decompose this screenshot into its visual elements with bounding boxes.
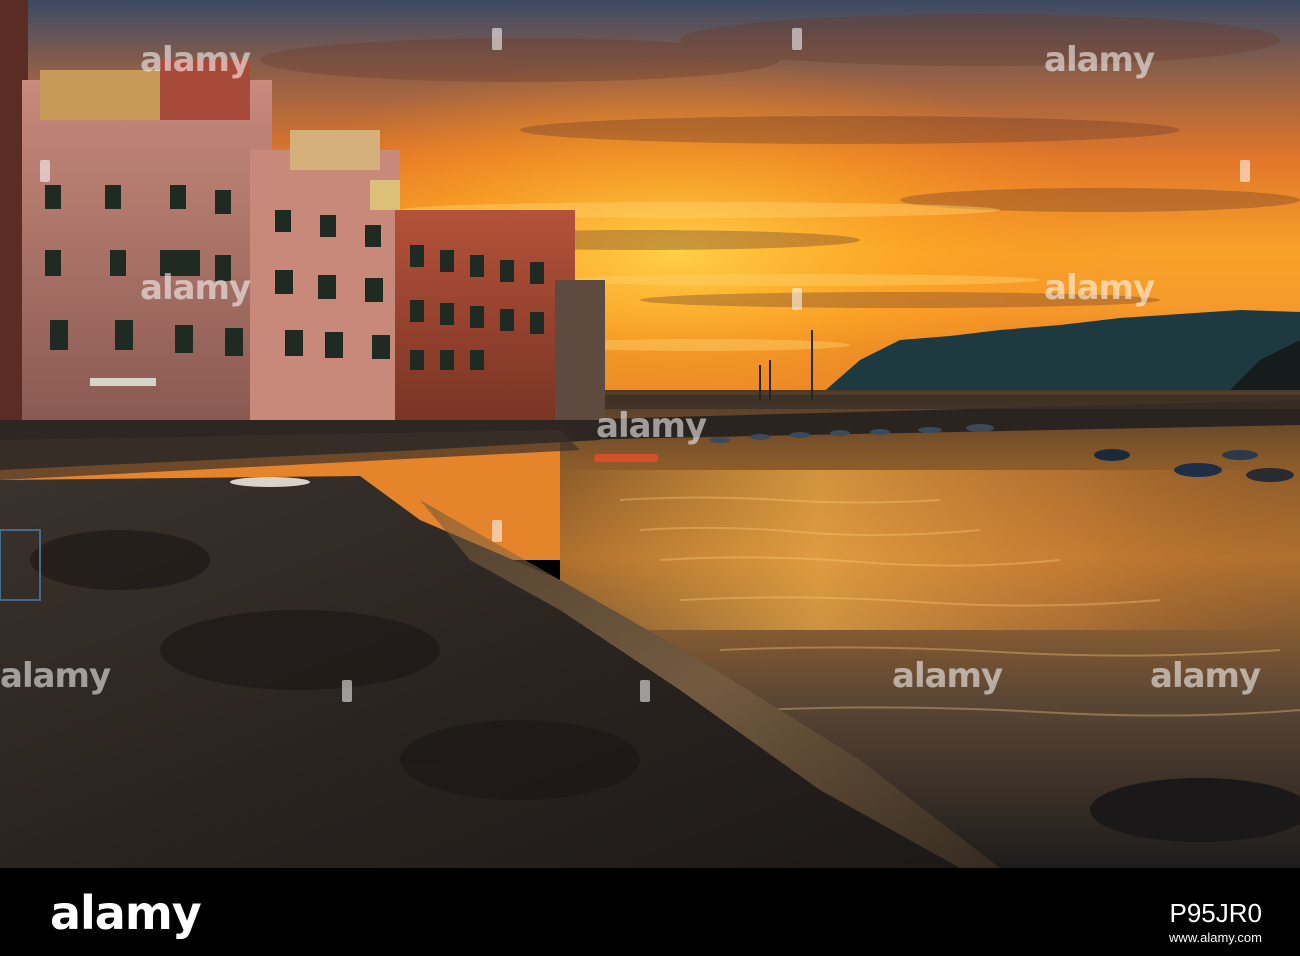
- image-id: P95JR0: [1169, 898, 1263, 928]
- watermark-text: alamy: [140, 268, 251, 308]
- watermark-text: alamy: [892, 656, 1003, 696]
- watermark-dot-icon: [492, 520, 502, 542]
- watermark-dot-icon: [40, 160, 50, 182]
- watermark-text: alamy: [1150, 656, 1261, 696]
- watermark-text: alamy: [1044, 40, 1155, 80]
- site-url[interactable]: www.alamy.com: [1169, 930, 1262, 945]
- watermark-dot-icon: [342, 680, 352, 702]
- watermark-text: alamy: [0, 656, 111, 696]
- watermark-dot-icon: [792, 28, 802, 50]
- watermark-dot-icon: [492, 28, 502, 50]
- watermark-text: alamy: [596, 406, 707, 446]
- watermark-dot-icon: [1240, 160, 1250, 182]
- watermark-dot-icon: [792, 288, 802, 310]
- watermark-text: alamy: [140, 40, 251, 80]
- alamy-logo[interactable]: alamy: [50, 886, 202, 940]
- stock-photo-page: alamy alamy alamy alamy alamy alamy alam…: [0, 0, 1300, 956]
- watermark-text: alamy: [1044, 268, 1155, 308]
- stock-footer: alamy P95JR0 www.alamy.com: [0, 868, 1300, 956]
- watermark-dot-icon: [640, 680, 650, 702]
